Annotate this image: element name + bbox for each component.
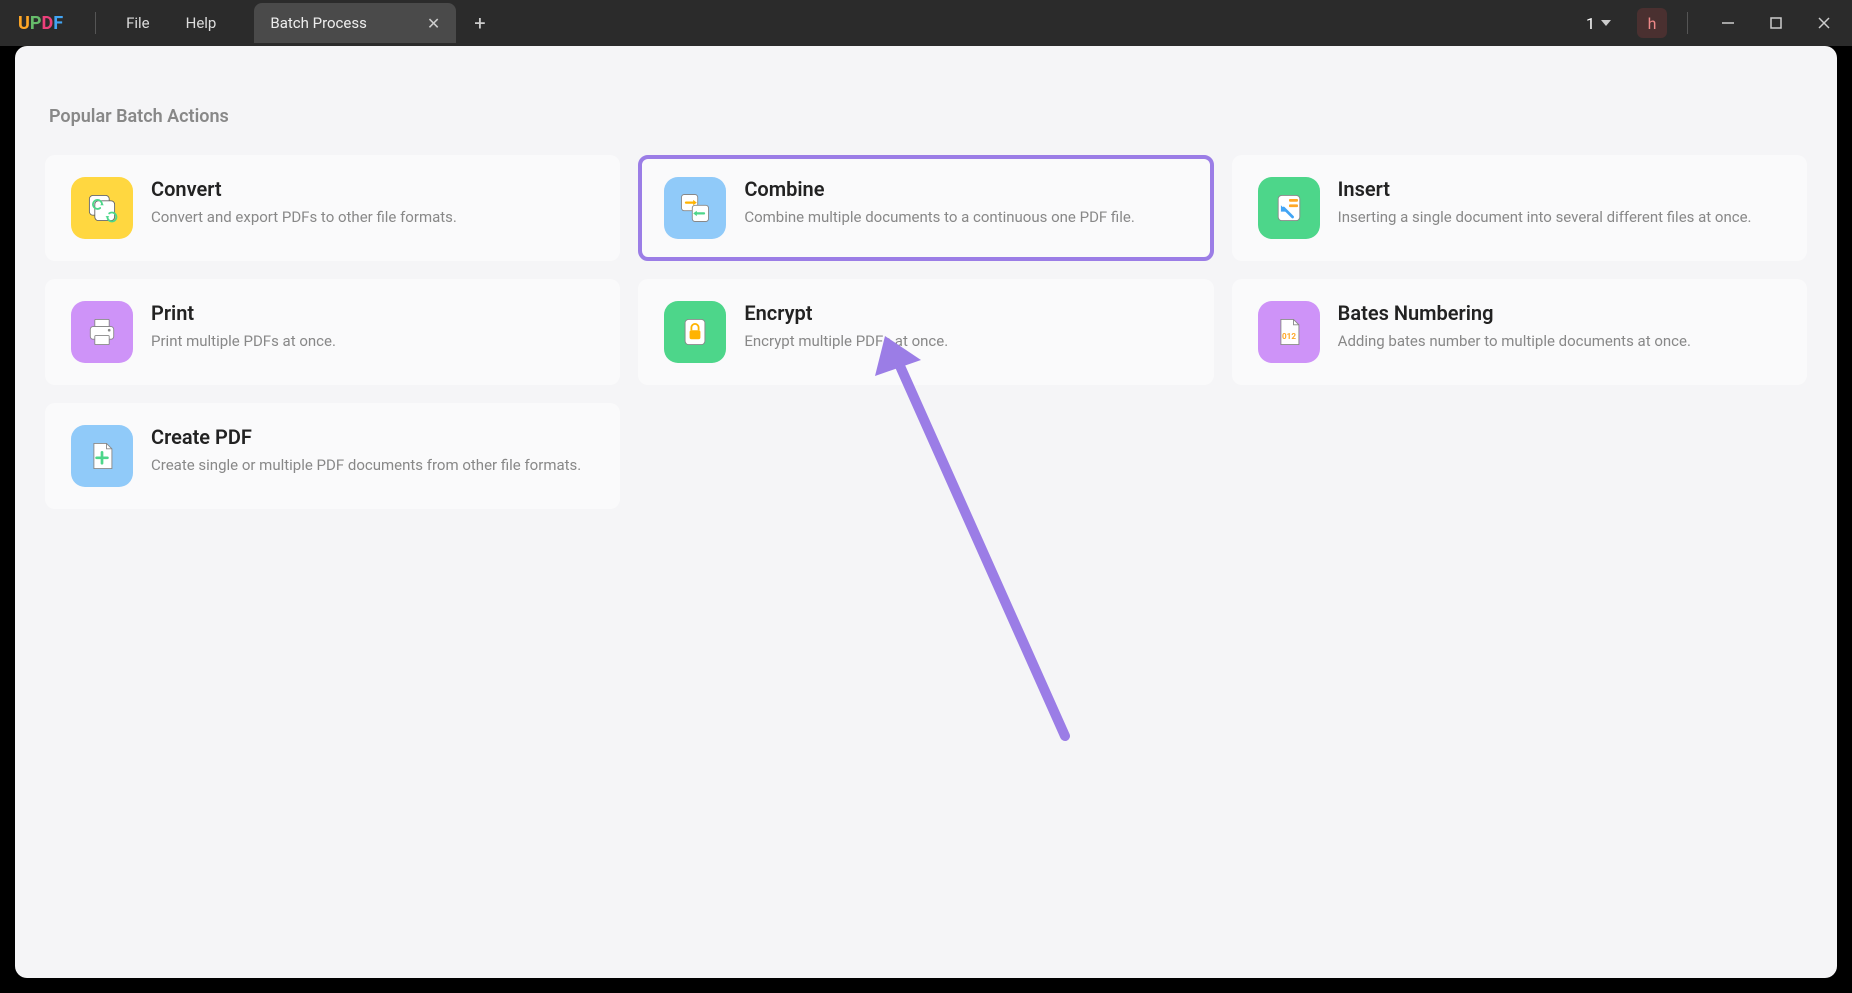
- main-content: Popular Batch Actions Convert Convert an…: [15, 46, 1837, 978]
- card-body: Print Print multiple PDFs at once.: [151, 301, 594, 363]
- maximize-button[interactable]: [1756, 3, 1796, 43]
- bates-icon: 012: [1258, 301, 1320, 363]
- card-title: Insert: [1338, 177, 1781, 201]
- card-body: Create PDF Create single or multiple PDF…: [151, 425, 594, 487]
- separator: [95, 12, 96, 34]
- menu-help[interactable]: Help: [168, 8, 235, 38]
- chevron-down-icon: [1601, 20, 1611, 26]
- maximize-icon: [1769, 16, 1783, 30]
- convert-icon: [71, 177, 133, 239]
- card-body: Convert Convert and export PDFs to other…: [151, 177, 594, 239]
- print-icon: [71, 301, 133, 363]
- close-icon[interactable]: ✕: [427, 14, 440, 33]
- combine-icon: [664, 177, 726, 239]
- section-title: Popular Batch Actions: [49, 106, 1807, 127]
- create-pdf-icon: [71, 425, 133, 487]
- card-body: Bates Numbering Adding bates number to m…: [1338, 301, 1781, 363]
- card-body: Insert Inserting a single document into …: [1338, 177, 1781, 239]
- tab-batch-process[interactable]: Batch Process ✕: [254, 3, 456, 43]
- minimize-button[interactable]: [1708, 3, 1748, 43]
- card-bates-numbering[interactable]: 012 Bates Numbering Adding bates number …: [1232, 279, 1807, 385]
- card-print[interactable]: Print Print multiple PDFs at once.: [45, 279, 620, 385]
- card-description: Create single or multiple PDF documents …: [151, 455, 594, 476]
- card-body: Encrypt Encrypt multiple PDFs at once.: [744, 301, 1187, 363]
- menu-file[interactable]: File: [108, 8, 168, 38]
- new-tab-button[interactable]: +: [474, 11, 485, 35]
- separator: [1687, 12, 1688, 34]
- window-counter[interactable]: 1: [1578, 14, 1619, 33]
- title-bar-right: 1 h: [1578, 3, 1844, 43]
- card-title: Print: [151, 301, 594, 325]
- card-combine[interactable]: Combine Combine multiple documents to a …: [638, 155, 1213, 261]
- app-logo: UPDF: [18, 13, 63, 34]
- card-body: Combine Combine multiple documents to a …: [744, 177, 1187, 239]
- card-convert[interactable]: Convert Convert and export PDFs to other…: [45, 155, 620, 261]
- insert-icon: [1258, 177, 1320, 239]
- card-title: Bates Numbering: [1338, 301, 1781, 325]
- card-encrypt[interactable]: Encrypt Encrypt multiple PDFs at once.: [638, 279, 1213, 385]
- card-description: Combine multiple documents to a continuo…: [744, 207, 1187, 228]
- minimize-icon: [1721, 16, 1735, 30]
- card-description: Encrypt multiple PDFs at once.: [744, 331, 1187, 352]
- card-title: Encrypt: [744, 301, 1187, 325]
- encrypt-icon: [664, 301, 726, 363]
- actions-grid: Convert Convert and export PDFs to other…: [45, 155, 1807, 509]
- title-bar: UPDF File Help Batch Process ✕ + 1 h: [0, 0, 1852, 46]
- card-insert[interactable]: Insert Inserting a single document into …: [1232, 155, 1807, 261]
- card-title: Create PDF: [151, 425, 594, 449]
- tab-label: Batch Process: [270, 14, 367, 32]
- close-button[interactable]: [1804, 3, 1844, 43]
- counter-value: 1: [1586, 14, 1595, 33]
- card-title: Combine: [744, 177, 1187, 201]
- card-description: Convert and export PDFs to other file fo…: [151, 207, 594, 228]
- close-icon: [1817, 16, 1831, 30]
- card-description: Print multiple PDFs at once.: [151, 331, 594, 352]
- card-description: Adding bates number to multiple document…: [1338, 331, 1781, 352]
- card-create-pdf[interactable]: Create PDF Create single or multiple PDF…: [45, 403, 620, 509]
- svg-text:012: 012: [1282, 331, 1296, 341]
- card-description: Inserting a single document into several…: [1338, 207, 1781, 228]
- user-avatar[interactable]: h: [1637, 8, 1667, 38]
- card-title: Convert: [151, 177, 594, 201]
